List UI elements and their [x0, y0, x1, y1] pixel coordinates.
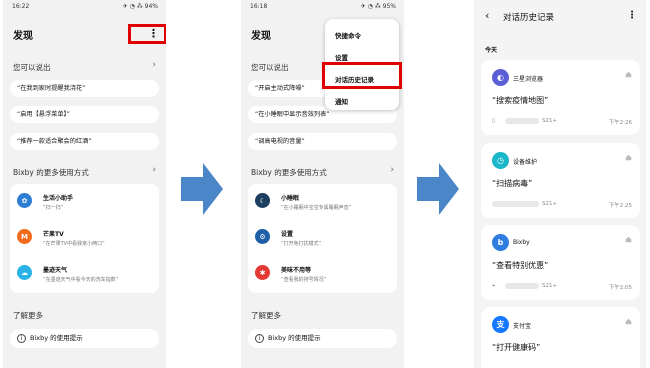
- history-device: S21+: [542, 283, 558, 289]
- date-group-heading: 今天: [485, 47, 498, 54]
- capsule-example: “在小睡眠中宝宝专属睡眠声音”: [281, 205, 352, 211]
- capsule-name: 设置: [281, 231, 294, 238]
- history-app-name: 设备维护: [513, 159, 538, 166]
- section-heading-more-ways: Bixby 的更多使用方式: [251, 168, 327, 177]
- history-time: 下午2:05: [608, 285, 632, 291]
- device-care-icon: ◷: [492, 152, 509, 169]
- capsule-item-helper[interactable]: ✿ 生活小助手 “扫一扫”: [17, 190, 155, 220]
- capsule-item-food[interactable]: ✱ 美味不用等 “查看我的排号情况”: [255, 262, 393, 292]
- page-title: 对话历史记录: [503, 13, 555, 23]
- history-time: 下午2:26: [608, 120, 632, 126]
- bixby-tips-label: Bixby 的使用提示: [30, 334, 83, 342]
- location-icon: ⌖: [492, 283, 496, 289]
- capsule-example: “在墨迹天气中看今天的洗车指数”: [43, 277, 119, 283]
- home-icon: [625, 236, 632, 243]
- history-query: “扫描病毒”: [492, 179, 533, 188]
- suggestion-item[interactable]: “启用【悬浮菜单】”: [10, 106, 159, 123]
- history-app-name: 支付宝: [513, 323, 532, 330]
- info-icon: i: [17, 334, 26, 343]
- history-app-name: Bixby: [513, 239, 530, 246]
- highlight-box: [322, 62, 402, 89]
- history-device: S21+: [542, 118, 558, 124]
- status-indicators: ✈ ◔ ⁂ 95%: [360, 3, 396, 10]
- phone-screen-conversation-history: ‹ 对话历史记录 ⋮ 今天 ◐ 三星浏览器 “搜索疫情地图” ▯ S21+ 下午…: [474, 0, 646, 368]
- redacted-device-name: [505, 283, 539, 289]
- chevron-right-icon[interactable]: ›: [152, 60, 156, 70]
- bixby-tips-label: Bixby 的使用提示: [268, 334, 321, 342]
- capsule-list-card: ☾ 小睡眠 “在小睡眠中宝宝专属睡眠声音” ⚙ 设置 “打开免打扰模式” ✱ 美…: [248, 184, 397, 293]
- flow-arrow-right-icon: [417, 163, 459, 215]
- sleep-icon: ☾: [255, 193, 270, 208]
- alipay-icon: 支: [492, 316, 509, 333]
- history-card[interactable]: ◷ 设备维护 “扫描病毒” S21+ 下午2:25: [481, 143, 640, 218]
- suggestion-item[interactable]: “在我到家时提醒我浇花”: [10, 80, 159, 97]
- capsule-example: “打开免打扰模式”: [281, 241, 322, 247]
- capsule-item-sleep[interactable]: ☾ 小睡眠 “在小睡眠中宝宝专属睡眠声音”: [255, 190, 393, 220]
- page-title: 发现: [13, 31, 33, 42]
- status-indicators: ✈ ◔ ⁂ 94%: [122, 3, 158, 10]
- phone-screen-discover-2: 16:18 ✈ ◔ ⁂ 95% 发现 您可以说出 “开启主动式降噪” “在小睡眠…: [241, 0, 404, 368]
- home-icon: [625, 154, 632, 161]
- food-icon: ✱: [255, 265, 270, 280]
- home-icon: [625, 71, 632, 78]
- capsule-item-settings[interactable]: ⚙ 设置 “打开免打扰模式”: [255, 226, 393, 256]
- suggestion-item[interactable]: “调高电视的音量”: [248, 133, 397, 150]
- bixby-tips-button[interactable]: i Bixby 的使用提示: [10, 329, 159, 348]
- page-title: 发现: [251, 31, 271, 42]
- capsule-item-weather[interactable]: ☁ 墨迹天气 “在墨迹天气中看今天的洗车指数”: [17, 262, 155, 292]
- menu-item-settings[interactable]: 设置: [335, 52, 348, 62]
- samsung-internet-icon: ◐: [492, 69, 509, 86]
- status-time: 16:18: [250, 3, 268, 10]
- redacted-device-name: [505, 118, 539, 124]
- phone-screen-discover-1: 16:22 ✈ ◔ ⁂ 94% 发现 ⋮ 您可以说出 › “在我到家时提醒我浇花…: [3, 0, 166, 368]
- highlight-box: [128, 24, 166, 44]
- status-time: 16:22: [12, 3, 30, 10]
- helper-icon: ✿: [17, 193, 32, 208]
- history-card[interactable]: 支 支付宝 “打开健康码”: [481, 307, 640, 368]
- section-heading-you-can-say: 您可以说出: [251, 63, 289, 72]
- section-heading-learn-more: 了解更多: [251, 311, 281, 320]
- menu-item-notifications[interactable]: 通知: [335, 96, 348, 106]
- history-card[interactable]: b Bixby “查看特别优惠” ⌖ S21+ 下午2:05: [481, 225, 640, 300]
- capsule-item-mango-tv[interactable]: M 芒果TV “在芒果TV中看我家小两口”: [17, 226, 155, 256]
- home-icon: [625, 318, 632, 325]
- capsule-name: 墨迹天气: [43, 267, 68, 274]
- history-app-name: 三星浏览器: [513, 76, 544, 83]
- capsule-example: “查看我的排号情况”: [281, 277, 327, 283]
- history-device: S21+: [542, 201, 558, 207]
- flow-arrow-right-icon: [181, 163, 223, 215]
- section-heading-learn-more: 了解更多: [13, 311, 43, 320]
- history-time: 下午2:25: [608, 203, 632, 209]
- capsule-name: 小睡眠: [281, 195, 300, 202]
- capsule-name: 美味不用等: [281, 267, 312, 274]
- weather-icon: ☁: [17, 265, 32, 280]
- settings-icon: ⚙: [255, 229, 270, 244]
- phone-device-icon: ▯: [492, 118, 496, 124]
- more-options-icon[interactable]: ⋮: [627, 10, 637, 21]
- section-heading-more-ways: Bixby 的更多使用方式: [13, 168, 89, 177]
- status-bar: 16:22 ✈ ◔ ⁂ 94%: [3, 3, 166, 13]
- section-heading-you-can-say: 您可以说出: [13, 63, 51, 72]
- status-bar: 16:18 ✈ ◔ ⁂ 95%: [241, 3, 404, 13]
- bixby-icon: b: [492, 234, 509, 251]
- capsule-list-card: ✿ 生活小助手 “扫一扫” M 芒果TV “在芒果TV中看我家小两口” ☁ 墨迹…: [10, 184, 159, 293]
- capsule-example: “在芒果TV中看我家小两口”: [43, 241, 105, 247]
- history-query: “搜索疫情地图”: [492, 96, 549, 105]
- suggestion-item[interactable]: “推荐一款适合聚会的红酒”: [10, 133, 159, 150]
- chevron-right-icon[interactable]: ›: [390, 165, 394, 175]
- info-icon: i: [255, 334, 264, 343]
- capsule-example: “扫一扫”: [43, 205, 64, 211]
- mango-tv-icon: M: [17, 229, 32, 244]
- bixby-tips-button[interactable]: i Bixby 的使用提示: [248, 329, 397, 348]
- history-query: “查看特别优惠”: [492, 261, 549, 270]
- chevron-right-icon[interactable]: ›: [152, 165, 156, 175]
- history-query: “打开健康码”: [492, 343, 541, 352]
- capsule-name: 生活小助手: [43, 195, 74, 202]
- redacted-device-name: [492, 201, 539, 207]
- capsule-name: 芒果TV: [43, 231, 64, 238]
- back-arrow-icon[interactable]: ‹: [485, 9, 489, 22]
- history-card[interactable]: ◐ 三星浏览器 “搜索疫情地图” ▯ S21+ 下午2:26: [481, 60, 640, 135]
- menu-item-quick-commands[interactable]: 快捷命令: [335, 30, 361, 40]
